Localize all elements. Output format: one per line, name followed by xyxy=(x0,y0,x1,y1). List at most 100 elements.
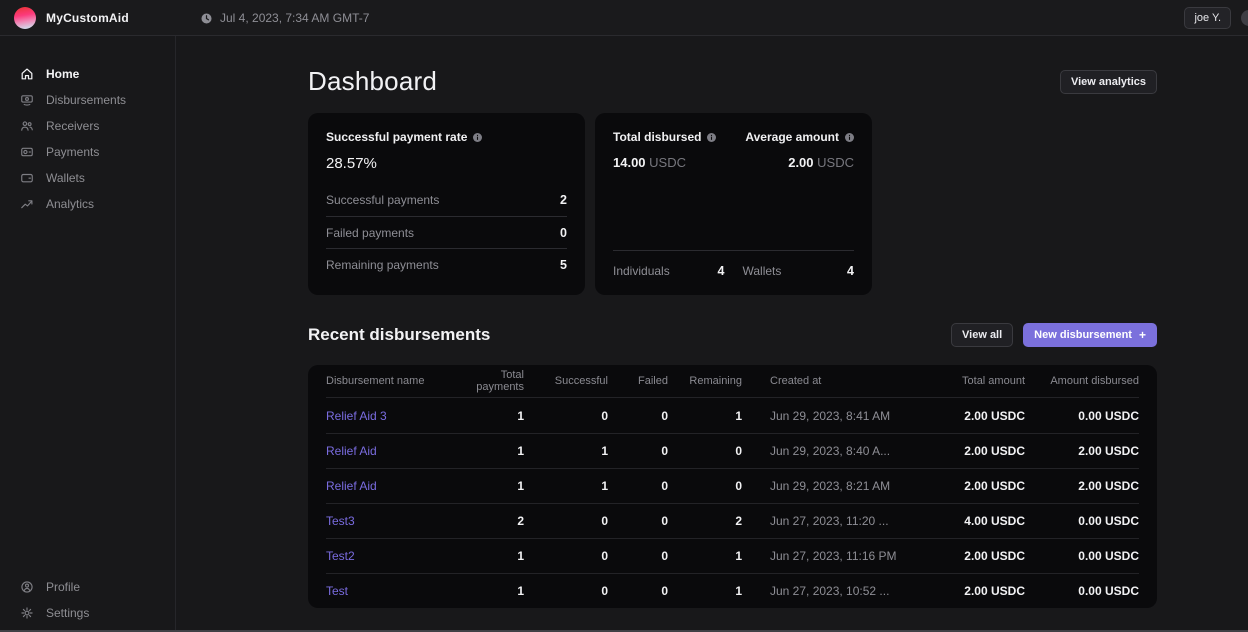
disbursement-link[interactable]: Test2 xyxy=(326,549,458,563)
cell-total-payments: 1 xyxy=(458,409,524,423)
brand-name: MyCustomAid xyxy=(46,11,129,25)
cell-failed: 0 xyxy=(608,409,668,423)
view-analytics-button[interactable]: View analytics xyxy=(1060,70,1157,94)
table-row: Relief Aid 1 1 0 0 Jun 29, 2023, 8:40 A.… xyxy=(326,433,1139,468)
cell-remaining: 1 xyxy=(668,549,742,563)
table-row: Test3 2 0 0 2 Jun 27, 2023, 11:20 ... 4.… xyxy=(326,503,1139,538)
section-title: Recent disbursements xyxy=(308,325,490,345)
topbar: MyCustomAid Jul 4, 2023, 7:34 AM GMT-7 j… xyxy=(0,0,1248,36)
payment-rate-title: Successful payment rate xyxy=(326,130,467,144)
individuals-stat: Individuals 4 xyxy=(613,264,725,278)
average-amount-value: 2.00 xyxy=(788,155,813,170)
info-icon[interactable] xyxy=(473,133,482,142)
sidebar-item-settings[interactable]: Settings xyxy=(0,600,175,626)
cell-failed: 0 xyxy=(608,584,668,598)
total-disbursed-title: Total disbursed xyxy=(613,130,701,144)
cell-total-payments: 2 xyxy=(458,514,524,528)
total-disbursed-unit: USDC xyxy=(649,155,686,170)
col-disbursement-name: Disbursement name xyxy=(326,375,458,387)
stat-value: 0 xyxy=(560,226,567,240)
disbursement-link[interactable]: Test xyxy=(326,584,458,598)
cell-total-amount: 4.00 USDC xyxy=(958,514,1025,528)
table-row: Test2 1 0 0 1 Jun 27, 2023, 11:16 PM 2.0… xyxy=(326,538,1139,573)
stat-label: Wallets xyxy=(743,264,782,278)
stat-value: 2 xyxy=(560,193,567,207)
avatar[interactable] xyxy=(1241,10,1248,26)
table-row: Test 1 0 0 1 Jun 27, 2023, 10:52 ... 2.0… xyxy=(326,573,1139,608)
cell-created-at: Jun 29, 2023, 8:40 A... xyxy=(742,444,958,458)
cell-total-amount: 2.00 USDC xyxy=(958,479,1025,493)
sidebar-nav: Home Disbursements Receivers Payments Wa… xyxy=(0,61,175,217)
page-title: Dashboard xyxy=(308,66,437,97)
payments-icon xyxy=(20,145,34,159)
cell-total-payments: 1 xyxy=(458,584,524,598)
cell-failed: 0 xyxy=(608,549,668,563)
sidebar-item-label: Home xyxy=(46,67,79,81)
disbursement-link[interactable]: Relief Aid xyxy=(326,444,458,458)
cell-remaining: 1 xyxy=(668,584,742,598)
sidebar-item-wallets[interactable]: Wallets xyxy=(0,165,175,191)
disbursement-link[interactable]: Relief Aid xyxy=(326,479,458,493)
cell-amount-disbursed: 2.00 USDC xyxy=(1025,444,1139,458)
plus-icon: + xyxy=(1139,330,1146,340)
cell-successful: 1 xyxy=(524,444,608,458)
cell-remaining: 2 xyxy=(668,514,742,528)
cell-total-payments: 1 xyxy=(458,479,524,493)
cell-total-amount: 2.00 USDC xyxy=(958,409,1025,423)
app-logo-icon[interactable] xyxy=(14,7,36,29)
cell-amount-disbursed: 2.00 USDC xyxy=(1025,479,1139,493)
info-icon[interactable] xyxy=(707,133,716,142)
cell-total-amount: 2.00 USDC xyxy=(958,584,1025,598)
view-all-button[interactable]: View all xyxy=(951,323,1013,347)
sidebar-item-label: Profile xyxy=(46,580,80,594)
stat-value: 4 xyxy=(718,264,725,278)
stat-label: Successful payments xyxy=(326,193,439,207)
sidebar-item-label: Disbursements xyxy=(46,93,126,107)
brand: MyCustomAid xyxy=(14,7,129,29)
stat-value: 5 xyxy=(560,258,567,272)
cell-amount-disbursed: 0.00 USDC xyxy=(1025,409,1139,423)
cell-successful: 0 xyxy=(524,549,608,563)
total-disbursed-value: 14.00 xyxy=(613,155,646,170)
cell-created-at: Jun 27, 2023, 10:52 ... xyxy=(742,584,958,598)
sidebar-item-payments[interactable]: Payments xyxy=(0,139,175,165)
sidebar-item-profile[interactable]: Profile xyxy=(0,574,175,600)
topbar-right: joe Y. xyxy=(1184,7,1248,29)
sidebar-item-receivers[interactable]: Receivers xyxy=(0,113,175,139)
cell-successful: 0 xyxy=(524,514,608,528)
home-icon xyxy=(20,67,34,81)
table-header-row: Disbursement name Total payments Success… xyxy=(326,365,1139,398)
col-total-amount: Total amount xyxy=(958,375,1025,387)
average-amount-unit: USDC xyxy=(817,155,854,170)
stat-row-failed: Failed payments 0 xyxy=(326,216,567,248)
sidebar-item-home[interactable]: Home xyxy=(0,61,175,87)
receivers-icon xyxy=(20,119,34,133)
disbursement-link[interactable]: Test3 xyxy=(326,514,458,528)
cell-total-amount: 2.00 USDC xyxy=(958,444,1025,458)
sidebar-item-analytics[interactable]: Analytics xyxy=(0,191,175,217)
disbursement-link[interactable]: Relief Aid 3 xyxy=(326,409,458,423)
cell-amount-disbursed: 0.00 USDC xyxy=(1025,549,1139,563)
stats-cards: Successful payment rate 28.57% Successfu… xyxy=(308,113,1157,295)
cell-total-amount: 2.00 USDC xyxy=(958,549,1025,563)
col-total-payments: Total payments xyxy=(458,369,524,393)
info-icon[interactable] xyxy=(845,133,854,142)
cell-remaining: 0 xyxy=(668,479,742,493)
cell-created-at: Jun 27, 2023, 11:20 ... xyxy=(742,514,958,528)
new-disbursement-button[interactable]: New disbursement + xyxy=(1023,323,1157,347)
datetime: Jul 4, 2023, 7:34 AM GMT-7 xyxy=(200,0,369,36)
col-successful: Successful xyxy=(524,375,608,387)
cell-successful: 0 xyxy=(524,409,608,423)
col-failed: Failed xyxy=(608,375,668,387)
sidebar-item-label: Wallets xyxy=(46,171,85,185)
payment-rate-value: 28.57% xyxy=(326,155,567,172)
sidebar-item-disbursements[interactable]: Disbursements xyxy=(0,87,175,113)
totals-footer: Individuals 4 Wallets 4 xyxy=(613,251,854,278)
cell-successful: 1 xyxy=(524,479,608,493)
stat-row-remaining: Remaining payments 5 xyxy=(326,248,567,280)
cell-created-at: Jun 27, 2023, 11:16 PM xyxy=(742,549,958,563)
user-menu-button[interactable]: joe Y. xyxy=(1184,7,1231,29)
cell-failed: 0 xyxy=(608,444,668,458)
sidebar-item-label: Analytics xyxy=(46,197,94,211)
disbursements-icon xyxy=(20,93,34,107)
